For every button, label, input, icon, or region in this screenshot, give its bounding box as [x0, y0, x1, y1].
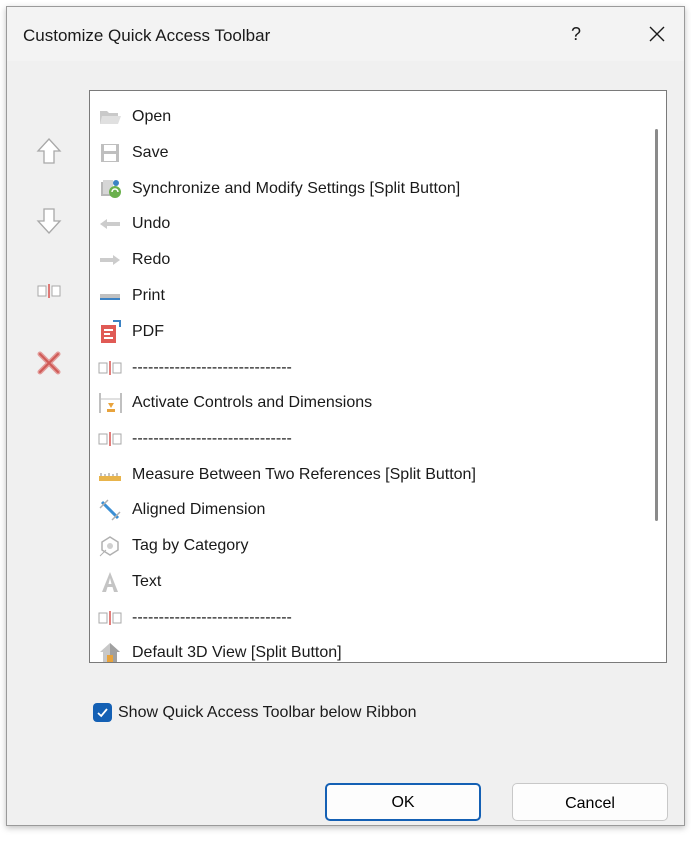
close-icon: [649, 26, 665, 42]
list-item[interactable]: PDF: [96, 317, 636, 347]
ok-button[interactable]: OK: [325, 783, 481, 821]
dialog-title: Customize Quick Access Toolbar: [23, 26, 271, 45]
help-button[interactable]: ?: [559, 19, 593, 49]
toolbar-commands-list[interactable]: Open Save Synchronize and Modify Settings …: [89, 90, 667, 663]
save-icon: [96, 140, 124, 166]
list-item[interactable]: Redo: [96, 245, 636, 275]
list-item[interactable]: ------------------------------: [96, 353, 636, 383]
list-item[interactable]: Tag by Category: [96, 531, 636, 561]
separator-icon: [96, 426, 124, 452]
list-item[interactable]: Undo: [96, 209, 636, 239]
print-icon: [96, 283, 124, 309]
list-item-label: PDF: [132, 323, 164, 340]
open-folder-icon: [96, 104, 124, 130]
close-button[interactable]: [639, 17, 675, 51]
title-bar: Customize Quick Access Toolbar ?: [7, 7, 684, 61]
list-item-label: Synchronize and Modify Settings [Split B…: [132, 180, 461, 197]
list-item[interactable]: Print: [96, 281, 636, 311]
separator-icon: [96, 355, 124, 381]
list-item-label: Open: [132, 108, 172, 125]
list-item[interactable]: Synchronize and Modify Settings [Split B…: [96, 174, 636, 204]
list-item-label: Tag by Category: [132, 537, 249, 554]
list-item[interactable]: Default 3D View [Split Button]: [96, 638, 636, 662]
list-item[interactable]: ------------------------------: [96, 603, 636, 633]
show-below-ribbon-checkbox[interactable]: [93, 703, 112, 722]
list-item-label: Undo: [132, 215, 171, 232]
list-item[interactable]: Aligned Dimension: [96, 495, 636, 525]
list-item[interactable]: ------------------------------: [96, 424, 636, 454]
list-item[interactable]: Open: [96, 102, 636, 132]
list-item-label: Activate Controls and Dimensions: [132, 394, 373, 411]
pdf-icon: [96, 319, 124, 345]
aligned-dimension-icon: [96, 497, 124, 523]
list-item-label: Text: [132, 573, 162, 590]
checkmark-icon: [97, 708, 108, 718]
measure-icon: [96, 462, 124, 488]
list-item[interactable]: Text: [96, 567, 636, 597]
arrow-up-icon: [36, 138, 62, 164]
list-item-label: ------------------------------: [132, 430, 292, 447]
list-item-label: Default 3D View [Split Button]: [132, 644, 342, 661]
arrow-down-icon: [36, 208, 62, 234]
add-separator-button[interactable]: [29, 273, 69, 309]
list-item[interactable]: Measure Between Two References [Split Bu…: [96, 460, 636, 490]
separator-icon: [96, 605, 124, 631]
list-item-label: ------------------------------: [132, 609, 292, 626]
show-below-ribbon-label: Show Quick Access Toolbar below Ribbon: [118, 703, 417, 721]
list-item[interactable]: Save: [96, 138, 636, 168]
list-item-label: Redo: [132, 251, 171, 268]
list-item-label: Aligned Dimension: [132, 501, 266, 518]
customize-qat-dialog: Customize Quick Access Toolbar ? Open Sa…: [6, 6, 685, 826]
synchronize-icon: [96, 176, 124, 202]
undo-icon: [96, 211, 124, 237]
redo-icon: [96, 247, 124, 273]
list-item-label: Measure Between Two References [Split Bu…: [132, 466, 476, 483]
move-up-button[interactable]: [29, 133, 69, 169]
list-item[interactable]: Activate Controls and Dimensions: [96, 388, 636, 418]
cancel-button[interactable]: Cancel: [512, 783, 668, 821]
move-down-button[interactable]: [29, 203, 69, 239]
separator-icon: [37, 284, 61, 298]
activate-controls-icon: [96, 390, 124, 416]
scrollbar[interactable]: [652, 91, 666, 662]
house-3d-icon: [96, 640, 124, 662]
tag-icon: [96, 533, 124, 559]
list-item-label: Save: [132, 144, 169, 161]
show-below-ribbon-option[interactable]: Show Quick Access Toolbar below Ribbon: [93, 703, 417, 722]
delete-icon: [37, 351, 61, 375]
list-item-label: Print: [132, 287, 165, 304]
remove-button[interactable]: [29, 345, 69, 381]
text-icon: [96, 569, 124, 595]
scrollbar-thumb[interactable]: [655, 129, 658, 521]
list-item-label: ------------------------------: [132, 359, 292, 376]
